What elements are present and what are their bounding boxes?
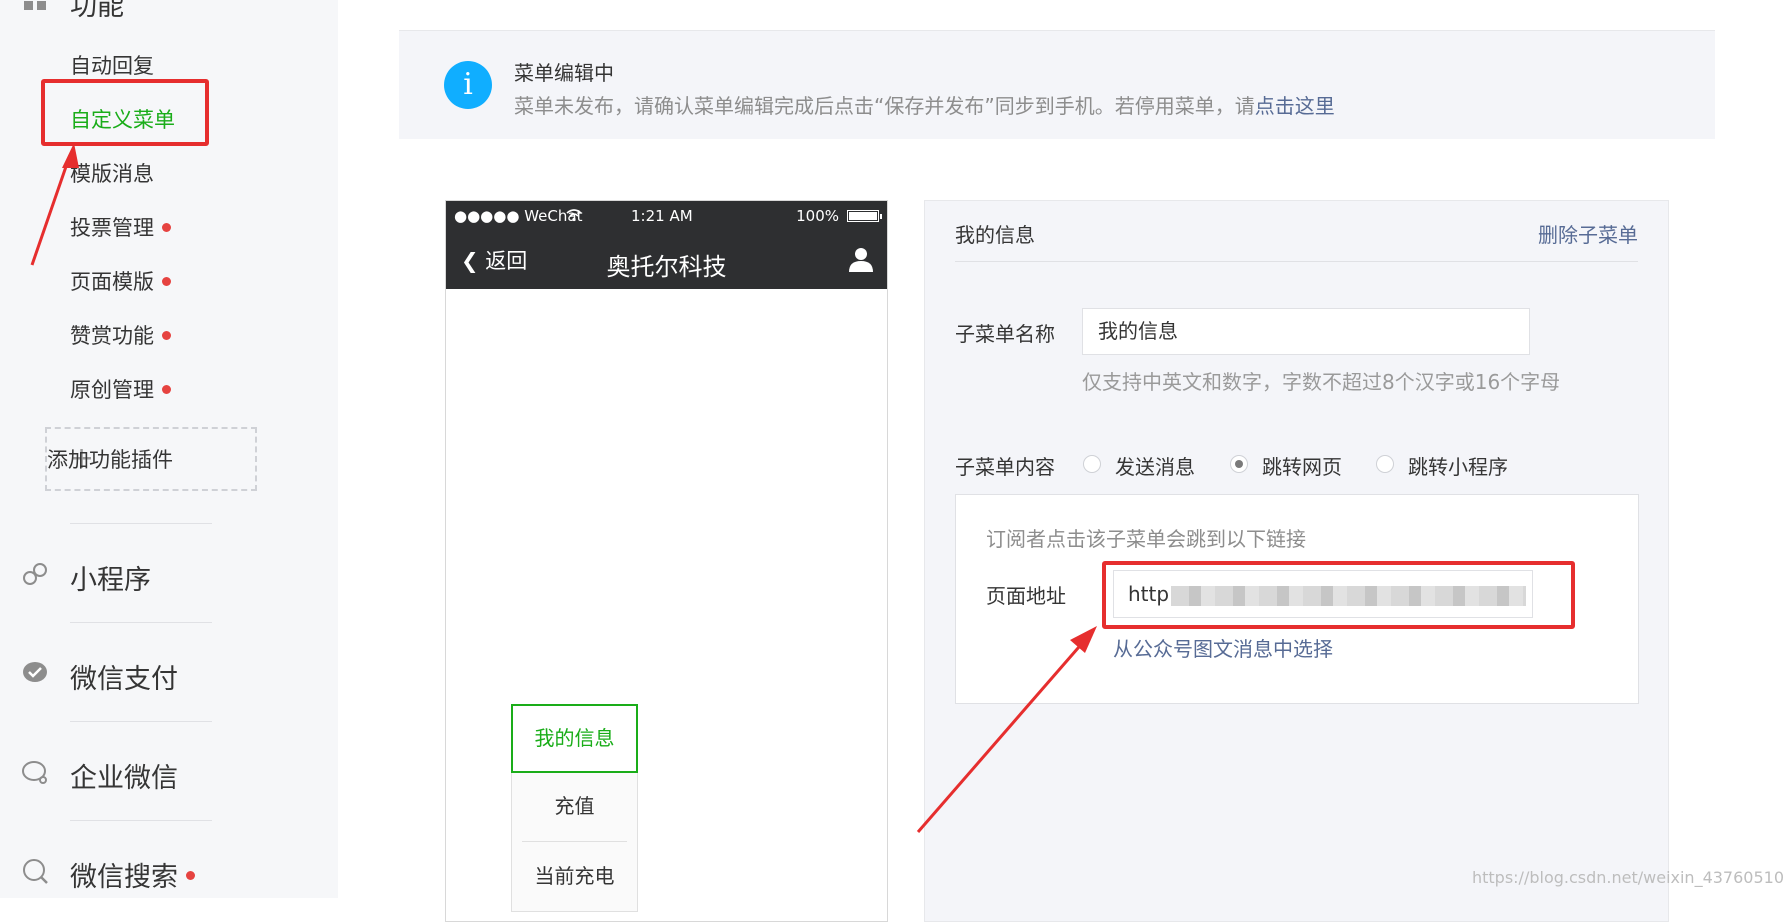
annotation-arrow-line: [30, 154, 72, 266]
annotation-arrowhead: [62, 143, 79, 168]
watermark: https://blog.csdn.net/weixin_43760510: [1471, 868, 1784, 887]
annotation-arrows: [30, 143, 1097, 833]
annotation-arrowhead: [1070, 626, 1097, 653]
annotation-arrow-line: [916, 639, 1087, 833]
